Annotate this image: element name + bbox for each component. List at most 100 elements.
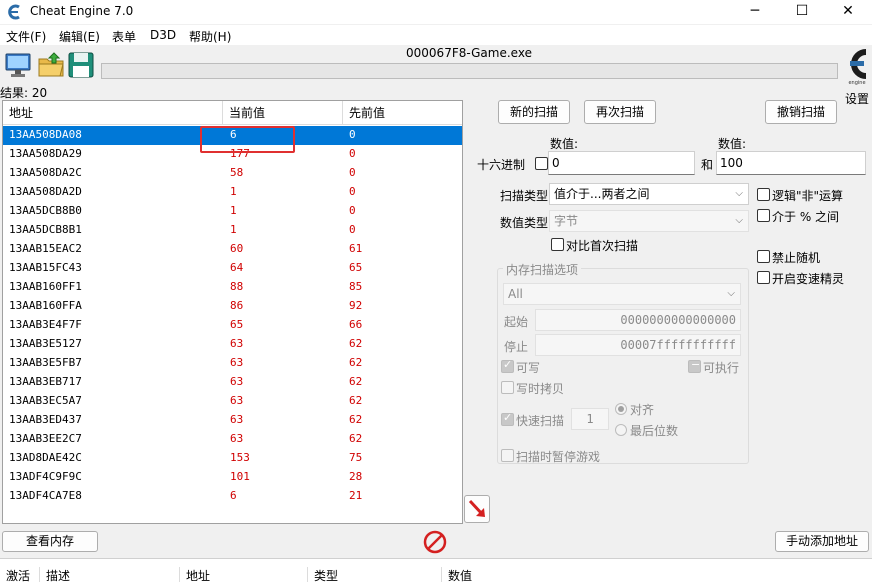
row-previous-value: 92 xyxy=(349,299,363,312)
memory-scan-options-title: 内存扫描选项 xyxy=(503,261,582,278)
next-scan-button[interactable]: 再次扫描 xyxy=(584,100,656,124)
column-type[interactable]: 类型 xyxy=(308,567,442,582)
found-addresses-list[interactable]: 地址 当前值 先前值 13AA508DA08 6 0 13AA508DA29 177 0 1… xyxy=(2,100,463,524)
row-previous-value: 0 xyxy=(349,223,356,236)
row-previous-value: 62 xyxy=(349,413,363,426)
row-current-value: 65 xyxy=(230,318,244,331)
row-previous-value: 62 xyxy=(349,432,363,445)
row-address: 13AA508DA08 xyxy=(9,128,82,141)
row-address: 13AD8DAE42C xyxy=(9,451,82,464)
table-row[interactable]: 13AAB3EC5A7 63 62 xyxy=(3,392,462,411)
row-previous-value: 61 xyxy=(349,242,363,255)
row-address: 13AAB3E5127 xyxy=(9,337,82,350)
table-row[interactable]: 13AA5DCB8B0 1 0 xyxy=(3,202,462,221)
table-row[interactable]: 13AAB160FF1 88 85 xyxy=(3,278,462,297)
close-button[interactable]: ✕ xyxy=(825,0,871,24)
table-row[interactable]: 13AAB3E4F7F 65 66 xyxy=(3,316,462,335)
last-digits-radio[interactable] xyxy=(615,424,627,436)
column-table-address[interactable]: 地址 xyxy=(180,567,308,582)
row-previous-value: 62 xyxy=(349,337,363,350)
row-current-value: 88 xyxy=(230,280,244,293)
row-address: 13AA5DCB8B0 xyxy=(9,204,82,217)
row-address: 13AA508DA29 xyxy=(9,147,82,160)
table-row[interactable]: 13ADF4C9F9C 101 28 xyxy=(3,468,462,487)
start-address-input[interactable]: 0000000000000000 xyxy=(535,309,741,331)
table-row[interactable]: 13AAB160FFA 86 92 xyxy=(3,297,462,316)
annotation-highlight-box xyxy=(200,126,295,153)
menu-table[interactable]: 表单 xyxy=(112,28,136,45)
menu-file[interactable]: 文件(F) xyxy=(6,28,46,45)
column-current-value[interactable]: 当前值 xyxy=(223,101,343,125)
table-row[interactable]: 13AAB3EE2C7 63 62 xyxy=(3,430,462,449)
fast-scan-checkbox[interactable] xyxy=(501,411,514,426)
start-address-label: 起始 xyxy=(504,315,529,329)
pause-game-checkbox[interactable] xyxy=(501,449,514,462)
no-entry-icon[interactable] xyxy=(423,530,447,554)
column-address[interactable]: 地址 xyxy=(3,101,223,125)
table-row[interactable]: 13AA508DA2D 1 0 xyxy=(3,183,462,202)
pause-game-label: 扫描时暂停游戏 xyxy=(516,450,601,464)
value-input-1[interactable]: 0 xyxy=(548,151,695,175)
and-label: 和 xyxy=(701,158,714,172)
scan-type-select[interactable]: 值介于...两者之间 ⌵ xyxy=(549,183,749,205)
process-name: 000067F8-Game.exe xyxy=(406,46,532,60)
row-previous-value: 28 xyxy=(349,470,363,483)
table-row[interactable]: 13AAB3E5FB7 63 62 xyxy=(3,354,462,373)
add-to-list-arrow-button[interactable] xyxy=(464,495,490,523)
memory-region-value: All xyxy=(508,287,523,301)
memory-region-select[interactable]: All ⌵ xyxy=(503,283,741,305)
writable-checkbox[interactable] xyxy=(501,358,514,373)
svg-text:engine: engine xyxy=(848,80,865,86)
window-title: Cheat Engine 7.0 xyxy=(30,4,134,18)
copy-on-write-checkbox[interactable] xyxy=(501,381,514,394)
table-row[interactable]: 13AD8DAE42C 153 75 xyxy=(3,449,462,468)
settings-label[interactable]: 设置 xyxy=(845,90,869,107)
folder-open-icon[interactable] xyxy=(36,50,66,80)
cheat-engine-logo[interactable]: engine xyxy=(843,46,871,86)
new-scan-button[interactable]: 新的扫描 xyxy=(498,100,570,124)
align-radio[interactable] xyxy=(615,403,627,415)
table-row[interactable]: 13AAB3EB717 63 62 xyxy=(3,373,462,392)
value-input-2[interactable]: 100 xyxy=(716,151,866,175)
column-value[interactable]: 数值 xyxy=(442,567,642,582)
column-previous-value[interactable]: 先前值 xyxy=(343,101,462,125)
table-row[interactable]: 13AAB15FC43 64 65 xyxy=(3,259,462,278)
column-description[interactable]: 描述 xyxy=(40,567,180,582)
hex-checkbox[interactable] xyxy=(535,157,548,170)
view-memory-button[interactable]: 查看内存 xyxy=(2,531,98,552)
table-row[interactable]: 13AA5DCB8B1 1 0 xyxy=(3,221,462,240)
speedhack-checkbox[interactable] xyxy=(757,271,770,284)
undo-scan-button[interactable]: 撤销扫描 xyxy=(765,100,837,124)
table-row[interactable]: 13AAB15EAC2 60 61 xyxy=(3,240,462,259)
row-address: 13AAB3EC5A7 xyxy=(9,394,82,407)
table-row[interactable]: 13ADF4CA7E8 6 21 xyxy=(3,487,462,506)
fast-scan-alignment-input[interactable]: 1 xyxy=(571,408,609,430)
executable-checkbox[interactable] xyxy=(688,358,701,373)
percent-between-checkbox[interactable] xyxy=(757,209,770,222)
row-previous-value: 0 xyxy=(349,185,356,198)
row-address: 13AAB3E5FB7 xyxy=(9,356,82,369)
floppy-disk-icon[interactable] xyxy=(66,50,96,80)
maximize-button[interactable]: ☐ xyxy=(779,0,825,24)
minimize-button[interactable]: ─ xyxy=(732,0,778,24)
row-current-value: 1 xyxy=(230,185,237,198)
value-type-select[interactable]: 字节 ⌵ xyxy=(549,210,749,232)
table-row[interactable]: 13AAB3E5127 63 62 xyxy=(3,335,462,354)
value-label-2: 数值: xyxy=(718,137,747,151)
disable-random-checkbox[interactable] xyxy=(757,250,770,263)
menu-help[interactable]: 帮助(H) xyxy=(189,28,231,45)
add-address-manually-button[interactable]: 手动添加地址 xyxy=(775,531,869,552)
cheat-table[interactable]: 激活 描述 地址 类型 数值 xyxy=(0,558,872,582)
computer-icon[interactable] xyxy=(3,50,33,80)
menu-edit[interactable]: 编辑(E) xyxy=(59,28,100,45)
menu-d3d[interactable]: D3D xyxy=(150,28,176,42)
results-count: 结果: 20 xyxy=(0,86,48,100)
row-current-value: 63 xyxy=(230,394,244,407)
logic-not-checkbox[interactable] xyxy=(757,188,770,201)
compare-first-scan-checkbox[interactable] xyxy=(551,238,564,251)
table-row[interactable]: 13AAB3ED437 63 62 xyxy=(3,411,462,430)
stop-address-input[interactable]: 00007fffffffffff xyxy=(535,334,741,356)
column-active[interactable]: 激活 xyxy=(0,567,40,582)
table-row[interactable]: 13AA508DA2C 58 0 xyxy=(3,164,462,183)
row-current-value: 63 xyxy=(230,432,244,445)
